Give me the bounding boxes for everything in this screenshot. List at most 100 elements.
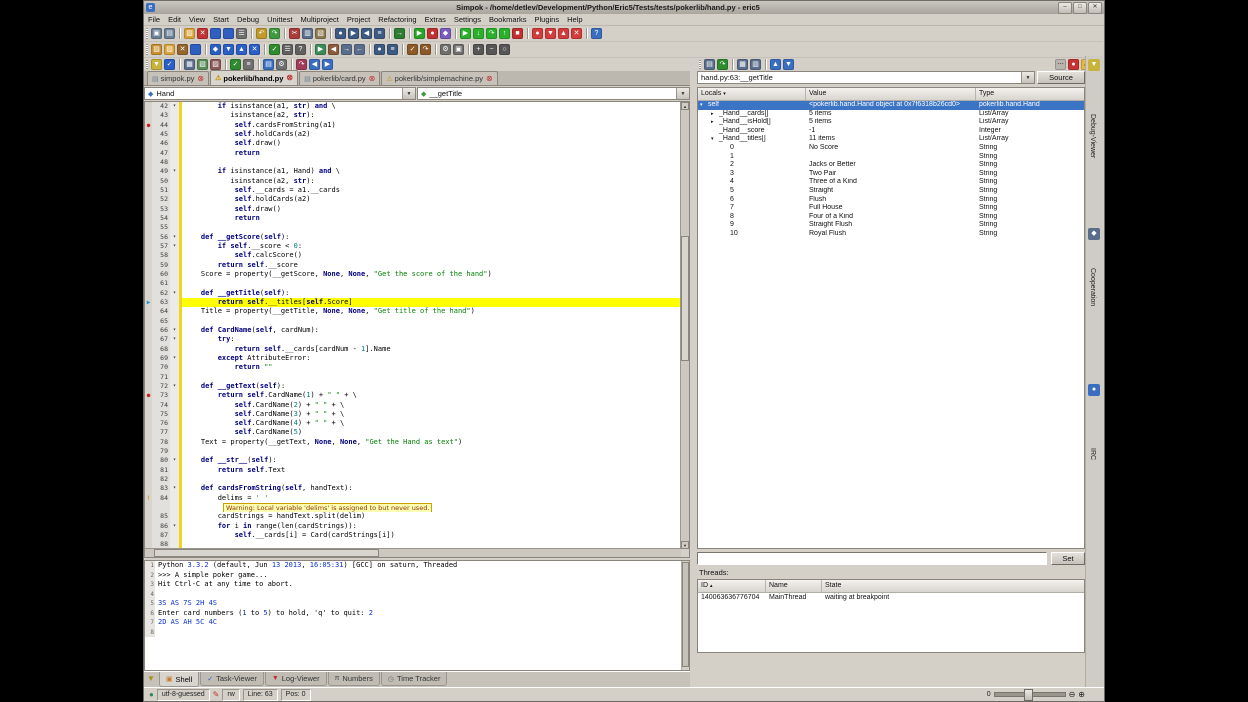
- column-header-type[interactable]: Type: [976, 88, 1084, 100]
- code-line[interactable]: self.calcScore(): [182, 251, 681, 260]
- search-next-icon[interactable]: ▶: [348, 28, 359, 39]
- fold-margin[interactable]: [170, 214, 179, 223]
- line-number[interactable]: 87: [152, 531, 170, 540]
- line-number[interactable]: 73: [152, 391, 170, 400]
- line-number[interactable]: 84: [152, 494, 170, 503]
- variable-row[interactable]: 2Jacks or BetterString: [698, 161, 1084, 170]
- search-prev-icon[interactable]: ◀: [361, 28, 372, 39]
- code-line[interactable]: return: [182, 149, 681, 158]
- zoom-out-icon[interactable]: ⊖: [1069, 690, 1076, 700]
- line-number[interactable]: 76: [152, 419, 170, 428]
- line-number[interactable]: 83: [152, 484, 170, 493]
- clear-breakpoints-icon[interactable]: ✕: [571, 28, 582, 39]
- fold-margin[interactable]: [170, 438, 179, 447]
- prev-bookmark-icon[interactable]: ▲: [236, 44, 247, 55]
- irc-icon[interactable]: ●: [1088, 384, 1100, 396]
- variable-row[interactable]: 1String: [698, 153, 1084, 162]
- fold-margin[interactable]: ▾: [170, 354, 179, 363]
- breakpoint-margin[interactable]: [145, 186, 152, 195]
- line-number[interactable]: 80: [152, 456, 170, 465]
- code-line[interactable]: [182, 158, 681, 167]
- code-line[interactable]: return: [182, 214, 681, 223]
- breakpoint-margin[interactable]: [145, 149, 152, 158]
- menu-plugins[interactable]: Plugins: [531, 15, 564, 24]
- menu-file[interactable]: File: [144, 15, 164, 24]
- tab-cooperation[interactable]: Cooperation: [1089, 268, 1096, 306]
- shell-text[interactable]: [155, 628, 689, 638]
- fold-margin[interactable]: [170, 205, 179, 214]
- line-number[interactable]: 55: [152, 223, 170, 232]
- class-navigator-combo[interactable]: ◆ Hand ▼: [144, 87, 416, 100]
- new-task-icon[interactable]: ✓: [164, 59, 175, 70]
- fold-margin[interactable]: [170, 298, 179, 307]
- shell-scrollbar[interactable]: [681, 561, 689, 670]
- code-line[interactable]: self.holdCards(a2): [182, 195, 681, 204]
- toggle-breakpoint-icon[interactable]: ●: [532, 28, 543, 39]
- code-line[interactable]: def __str__(self):: [182, 456, 681, 465]
- code-line[interactable]: Title = property(__getTitle, None, None,…: [182, 307, 681, 316]
- close-editor-icon[interactable]: ✕: [197, 28, 208, 39]
- menu-project[interactable]: Project: [343, 15, 374, 24]
- locals-filter-icon[interactable]: ▥: [750, 59, 761, 70]
- unittest-rerun-icon[interactable]: ↷: [420, 44, 431, 55]
- editor-horizontal-scrollbar[interactable]: [145, 548, 681, 557]
- member-navigator-combo[interactable]: ◆ __getTitle ▼: [417, 87, 690, 100]
- fold-margin[interactable]: ▾: [170, 102, 179, 111]
- code-line[interactable]: self.CardName(3) + " " + \: [182, 410, 681, 419]
- file-tab-0[interactable]: ▤simpok.py⊗: [147, 71, 209, 85]
- code-line[interactable]: self.CardName(2) + " " + \: [182, 401, 681, 410]
- fold-margin[interactable]: ▾: [170, 335, 179, 344]
- tab-time-tracker[interactable]: ◷Time Tracker: [381, 672, 448, 686]
- fold-margin[interactable]: [170, 345, 179, 354]
- line-number[interactable]: 82: [152, 475, 170, 484]
- line-number[interactable]: 63: [152, 298, 170, 307]
- code-line[interactable]: [182, 475, 681, 484]
- search-icon[interactable]: ●: [335, 28, 346, 39]
- breakpoint-margin[interactable]: [145, 158, 152, 167]
- new-window-icon[interactable]: ▣: [151, 28, 162, 39]
- breakpoint-margin[interactable]: [145, 345, 152, 354]
- menu-settings[interactable]: Settings: [450, 15, 485, 24]
- code-line[interactable]: [182, 279, 681, 288]
- titlebar[interactable]: e Simpok - /home/detlev/Development/Pyth…: [144, 1, 1104, 15]
- show-source-icon[interactable]: ▤: [704, 59, 715, 70]
- save-project-icon[interactable]: [190, 44, 201, 55]
- line-number[interactable]: 42: [152, 102, 170, 111]
- breakpoint-margin[interactable]: [145, 512, 152, 521]
- fold-margin[interactable]: [170, 363, 179, 372]
- breakpoint-margin[interactable]: [145, 531, 152, 540]
- refactoring-icon[interactable]: ↷: [296, 59, 307, 70]
- fold-margin[interactable]: [170, 317, 179, 326]
- code-line[interactable]: def __getText(self):: [182, 382, 681, 391]
- fold-margin[interactable]: [170, 391, 179, 400]
- code-line[interactable]: self.__cards[i] = Card(cardStrings[i]): [182, 531, 681, 540]
- variable-row[interactable]: 6FlushString: [698, 196, 1084, 205]
- variable-row[interactable]: ▸_Hand__isHold[]5 itemsList/Array: [698, 118, 1084, 127]
- column-header-state[interactable]: State: [822, 580, 1084, 592]
- code-line[interactable]: self.cardsFromString(a1): [182, 121, 681, 130]
- api-icon[interactable]: ⚙: [276, 59, 287, 70]
- menu-bookmarks[interactable]: Bookmarks: [485, 15, 531, 24]
- file-tab-1[interactable]: ⚠pokerlib/hand.py⊗: [210, 70, 298, 85]
- close-tab-icon[interactable]: ⊗: [486, 75, 493, 83]
- zoom-slider[interactable]: [994, 692, 1066, 697]
- code-line[interactable]: def CardName(self, cardNum):: [182, 326, 681, 335]
- tab-irc[interactable]: IRC: [1089, 448, 1096, 460]
- menu-help[interactable]: Help: [563, 15, 586, 24]
- chevron-down-icon[interactable]: ▼: [676, 88, 689, 99]
- breakpoint-marker[interactable]: ●: [145, 391, 152, 400]
- comment-icon[interactable]: ▶: [315, 44, 326, 55]
- close-tab-icon[interactable]: ⊗: [369, 75, 376, 83]
- history-forward-icon[interactable]: ▶: [322, 59, 333, 70]
- line-number[interactable]: 70: [152, 363, 170, 372]
- breakpoint-margin[interactable]: [145, 233, 152, 242]
- fold-margin[interactable]: [170, 373, 179, 382]
- line-number[interactable]: 68: [152, 345, 170, 354]
- fold-margin[interactable]: [170, 419, 179, 428]
- breakpoint-margin[interactable]: [145, 335, 152, 344]
- cooperation-icon[interactable]: ◆: [1088, 228, 1100, 240]
- column-header-name[interactable]: Name: [766, 580, 822, 592]
- fold-margin[interactable]: [170, 186, 179, 195]
- breakpoint-margin[interactable]: [145, 130, 152, 139]
- code-line[interactable]: isinstance(a2, str):: [182, 111, 681, 120]
